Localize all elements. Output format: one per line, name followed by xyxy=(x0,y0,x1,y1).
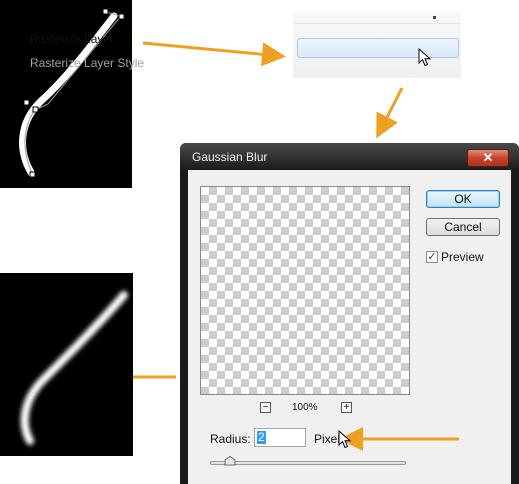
blurred-stroke-shape xyxy=(20,291,128,445)
blurred-result-panel xyxy=(0,273,133,456)
mouse-pointer-icon xyxy=(338,429,352,449)
